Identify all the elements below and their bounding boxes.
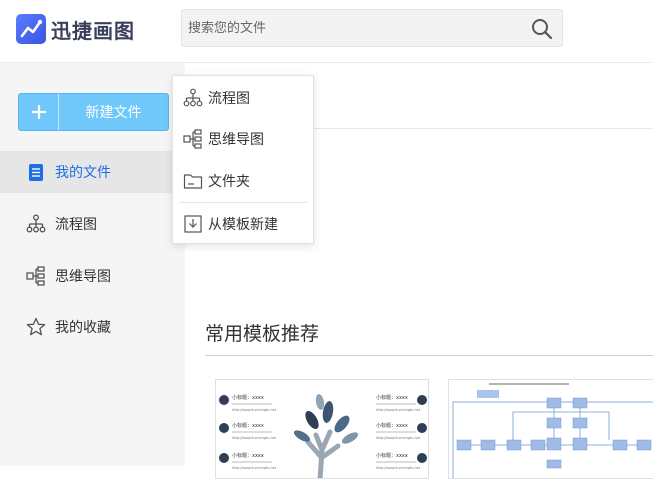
sidebar-item-label: 思维导图 bbox=[55, 269, 111, 285]
template-subtitle: 小标题：xxxx bbox=[232, 422, 264, 429]
document-icon bbox=[26, 162, 46, 182]
template-card-flowchart[interactable] bbox=[448, 379, 653, 479]
template-subtitle: 小标题：xxxx bbox=[232, 452, 264, 459]
template-thumbnail: 小标题：xxxx 小标题：xxxx 小标题：xxxx 小标题：xxxx 小标题：… bbox=[216, 380, 428, 478]
template-subtitle: 小标题：xxxx bbox=[232, 394, 264, 401]
section-divider bbox=[205, 355, 653, 356]
template-subtitle: 小标题：xxxx bbox=[376, 452, 408, 459]
new-file-button[interactable]: 新建文件 bbox=[18, 93, 169, 131]
app-name: 迅捷画图 bbox=[51, 18, 135, 43]
plus-icon bbox=[19, 94, 59, 130]
sidebar: 新建文件 我的文件 流程图 思维导图 我的收藏 bbox=[0, 62, 185, 466]
sidebar-item-flowchart[interactable]: 流程图 bbox=[0, 203, 185, 245]
folder-icon bbox=[183, 171, 203, 191]
sidebar-item-label: 我的收藏 bbox=[55, 320, 111, 336]
search-input[interactable] bbox=[182, 10, 522, 46]
menu-item-from-template[interactable]: 从模板新建 bbox=[173, 204, 313, 244]
search-icon bbox=[532, 19, 553, 40]
section-title: 常用模板推荐 bbox=[205, 323, 320, 345]
flowchart-icon bbox=[26, 214, 46, 234]
menu-item-folder[interactable]: 文件夹 bbox=[173, 161, 313, 201]
template-url: http://www.liuchengtu.net bbox=[232, 436, 277, 440]
menu-item-mindmap[interactable]: 思维导图 bbox=[173, 119, 313, 159]
template-card-mindmap[interactable]: 小标题：xxxx 小标题：xxxx 小标题：xxxx 小标题：xxxx 小标题：… bbox=[215, 379, 429, 479]
sidebar-item-label: 我的文件 bbox=[55, 165, 111, 181]
template-url: http://www.liuchengtu.net bbox=[232, 466, 277, 470]
template-url: http://www.liuchengtu.net bbox=[376, 408, 421, 412]
template-thumbnail bbox=[449, 380, 653, 478]
logo-icon bbox=[16, 14, 46, 44]
template-subtitle: 小标题：xxxx bbox=[376, 394, 408, 401]
sidebar-item-mindmap[interactable]: 思维导图 bbox=[0, 255, 185, 297]
new-file-label: 新建文件 bbox=[85, 105, 142, 121]
menu-item-flowchart[interactable]: 流程图 bbox=[173, 78, 313, 118]
sidebar-item-my-files[interactable]: 我的文件 bbox=[0, 151, 185, 193]
template-url: http://www.liuchengtu.net bbox=[232, 408, 277, 412]
mindmap-icon bbox=[26, 266, 46, 286]
menu-divider bbox=[179, 202, 307, 203]
sidebar-item-label: 流程图 bbox=[55, 217, 97, 233]
sidebar-item-favorites[interactable]: 我的收藏 bbox=[0, 306, 185, 348]
search-box bbox=[181, 9, 563, 47]
menu-item-label: 流程图 bbox=[208, 91, 250, 107]
template-subtitle: 小标题：xxxx bbox=[376, 422, 408, 429]
star-icon bbox=[26, 317, 46, 337]
new-file-dropdown: 流程图 思维导图 文件夹 从模板新建 bbox=[172, 75, 314, 244]
app-logo[interactable]: 迅捷画图 bbox=[16, 12, 135, 46]
template-url: http://www.liuchengtu.net bbox=[376, 466, 421, 470]
flowchart-icon bbox=[183, 88, 203, 108]
mindmap-icon bbox=[183, 129, 203, 149]
search-button[interactable] bbox=[528, 15, 556, 43]
template-url: http://www.liuchengtu.net bbox=[376, 436, 421, 440]
template-import-icon bbox=[183, 214, 203, 234]
menu-item-label: 文件夹 bbox=[208, 174, 250, 190]
top-header: 迅捷画图 bbox=[0, 0, 653, 62]
menu-item-label: 从模板新建 bbox=[208, 217, 278, 233]
menu-item-label: 思维导图 bbox=[208, 132, 264, 148]
